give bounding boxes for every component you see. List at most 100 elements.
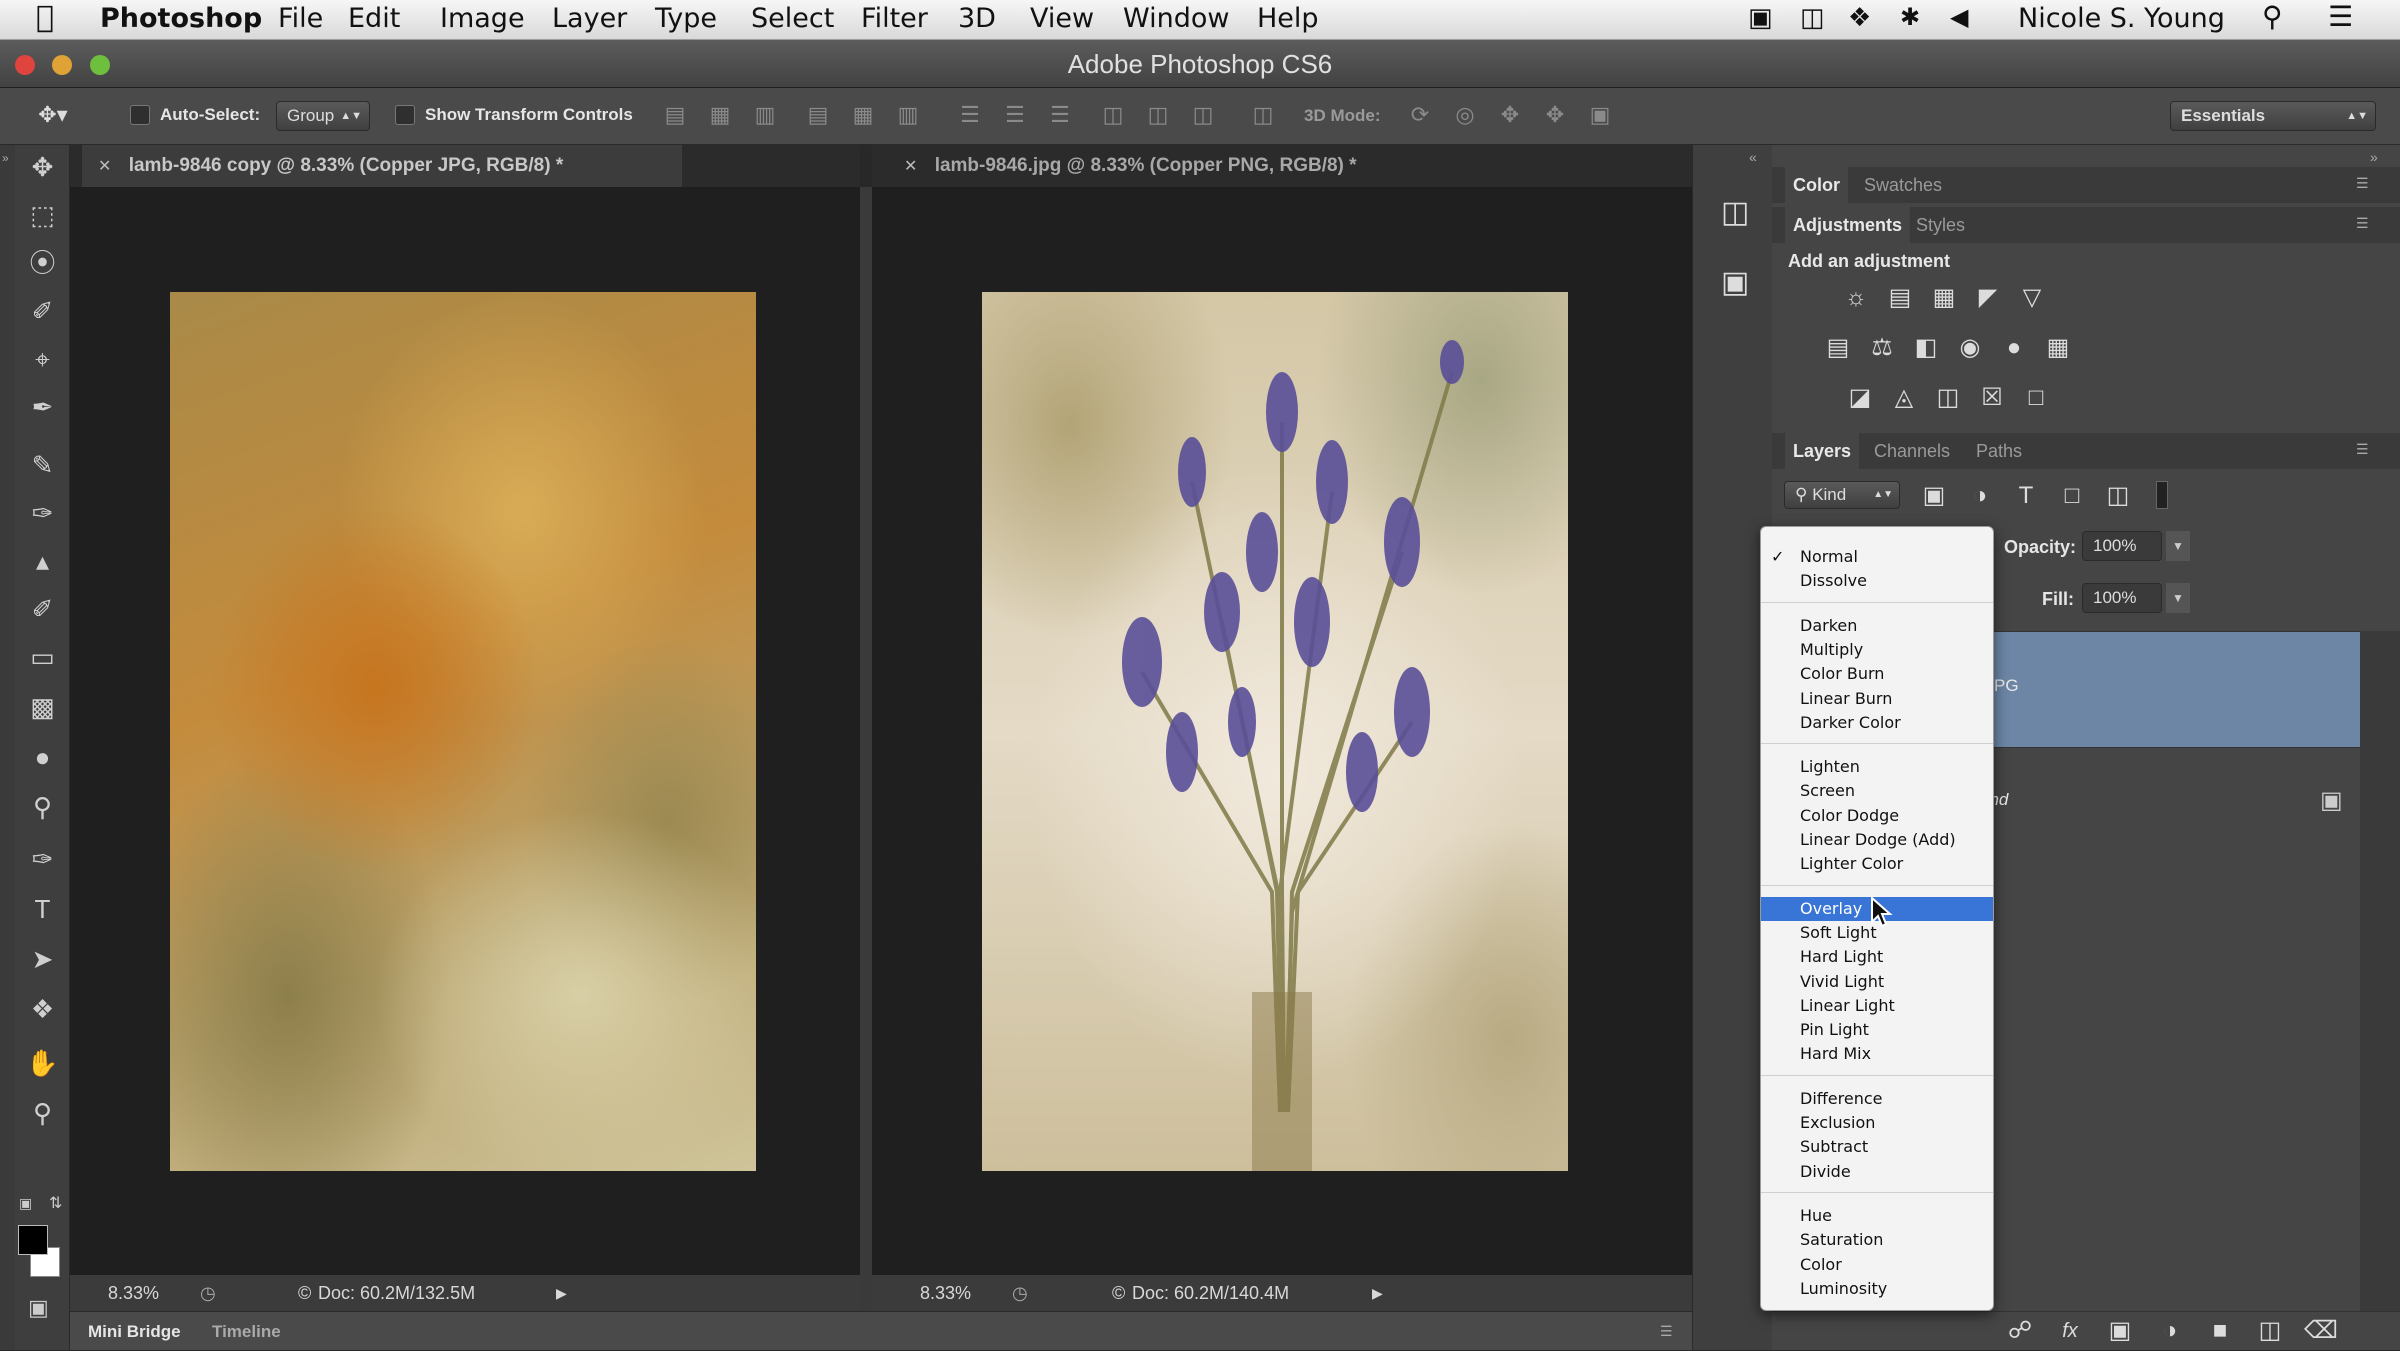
doc1-info-icon[interactable]: ◷ [200,1275,216,1311]
blend-mode-divide[interactable]: Divide [1761,1160,1993,1184]
blend-mode-multiply[interactable]: Multiply [1761,638,1993,662]
new-adjustment-layer-icon[interactable]: ◑ [2154,1316,2186,1346]
quick-select-tool-icon[interactable]: ✐ [15,289,70,333]
menu-filter[interactable]: Filter [861,3,928,34]
gradient-tool-icon[interactable]: ▩ [15,685,70,729]
minimize-window-button[interactable] [52,55,72,75]
tab-color[interactable]: Color [1785,167,1848,203]
align-vcenter-icon[interactable]: ▦ [705,100,735,130]
tab-paths[interactable]: Paths [1968,433,2030,469]
lasso-tool-icon[interactable]: ⦿ [15,241,70,285]
eraser-tool-icon[interactable]: ▭ [15,635,70,679]
align-left-icon[interactable]: ▤ [803,100,833,130]
marquee-tool-icon[interactable]: ⬚ [15,193,70,237]
blend-mode-hard-light[interactable]: Hard Light [1761,945,1993,969]
user-name[interactable]: Nicole S. Young [2018,3,2225,34]
expand-toolbar-icon[interactable]: » [2,151,9,165]
blend-mode-darker-color[interactable]: Darker Color [1761,711,1993,735]
mini-bridge-tab[interactable]: Mini Bridge [88,1312,181,1351]
menu-layer[interactable]: Layer [552,3,627,34]
exposure-icon[interactable]: ◤ [1972,283,2004,313]
blend-mode-difference[interactable]: Difference [1761,1087,1993,1111]
history-panel-icon[interactable]: ◫ [1721,195,1749,230]
blend-mode-exclusion[interactable]: Exclusion [1761,1111,1993,1135]
layer-kind-filter[interactable]: ⚲ Kind ▲▼ [1784,481,1900,509]
link-layers-icon[interactable]: ☍ [2004,1316,2036,1346]
tab-adjustments[interactable]: Adjustments [1785,207,1911,243]
screen-record-icon[interactable]: ▣ [1748,3,1773,33]
layer-style-fx-icon[interactable]: fx [2054,1316,2086,1346]
align-hcenter-icon[interactable]: ▦ [848,100,878,130]
menu-image[interactable]: Image [440,3,525,34]
align-right-icon[interactable]: ▥ [893,100,923,130]
volume-icon[interactable]: ◀ [1950,3,1968,31]
notification-list-icon[interactable]: ☰ [2328,0,2353,33]
blend-mode-color-burn[interactable]: Color Burn [1761,662,1993,686]
threshold-icon[interactable]: ◫ [1932,383,1964,413]
color-balance-icon[interactable]: ⚖ [1866,333,1898,363]
levels-icon[interactable]: ▤ [1884,283,1916,313]
blend-mode-darken[interactable]: Darken [1761,614,1993,638]
photo-filter-icon[interactable]: ◉ [1954,333,1986,363]
zoom-tool-icon[interactable]: ⚲ [15,1091,70,1135]
distribute-left-icon[interactable]: ◫ [1098,100,1128,130]
dropbox-icon[interactable]: ❖ [1848,3,1871,33]
blend-mode-luminosity[interactable]: Luminosity [1761,1277,1993,1301]
healing-brush-tool-icon[interactable]: ✎ [15,443,70,487]
auto-align-icon[interactable]: ◫ [1248,100,1278,130]
blend-mode-color-dodge[interactable]: Color Dodge [1761,804,1993,828]
workspace-dropdown[interactable]: Essentials ▲▼ [2170,101,2376,131]
auto-select-dropdown[interactable]: Group ▲▼ [276,101,370,131]
filter-toggle-switch[interactable] [2156,481,2168,509]
timeline-tab[interactable]: Timeline [212,1312,281,1351]
menu-select[interactable]: Select [751,3,834,34]
distribute-right-icon[interactable]: ◫ [1188,100,1218,130]
quick-mask-icon[interactable]: ▣ [28,1295,49,1321]
3d-scale-icon[interactable]: ▣ [1585,100,1615,130]
blend-mode-lighten[interactable]: Lighten [1761,755,1993,779]
blur-tool-icon[interactable]: ● [15,735,70,779]
doc1-tab[interactable]: ✕ lamb-9846 copy @ 8.33% (Copper JPG, RG… [82,145,682,187]
blend-mode-hue[interactable]: Hue [1761,1204,1993,1228]
layers-panel-menu-icon[interactable]: ☰ [2356,441,2369,458]
smart-object-filter-icon[interactable]: ◫ [2102,481,2134,511]
menu-help[interactable]: Help [1257,3,1319,34]
vibrance-icon[interactable]: ▽ [2016,283,2048,313]
doc2-zoom[interactable]: 8.33% [920,1275,971,1311]
dodge-tool-icon[interactable]: ⚲ [15,785,70,829]
panel-menu-icon[interactable]: ☰ [1660,1312,1673,1351]
distribute-top-icon[interactable]: ☰ [955,100,985,130]
blend-mode-subtract[interactable]: Subtract [1761,1135,1993,1159]
channel-mixer-icon[interactable]: ● [1998,333,2030,363]
tab-channels[interactable]: Channels [1866,433,1958,469]
blend-mode-linear-light[interactable]: Linear Light [1761,994,1993,1018]
menu-window[interactable]: Window [1123,3,1229,34]
type-layer-filter-icon[interactable]: T [2010,481,2042,511]
align-bottom-icon[interactable]: ▥ [750,100,780,130]
blend-mode-screen[interactable]: Screen [1761,779,1993,803]
menu-file[interactable]: File [278,3,323,34]
color-panel-menu-icon[interactable]: ☰ [2356,175,2369,192]
history-brush-tool-icon[interactable]: ✐ [15,587,70,631]
blend-mode-color[interactable]: Color [1761,1253,1993,1277]
distribute-bottom-icon[interactable]: ☰ [1045,100,1075,130]
auto-select-checkbox[interactable] [130,105,150,125]
menu-type[interactable]: Type [655,3,717,34]
blend-mode-pin-light[interactable]: Pin Light [1761,1018,1993,1042]
zoom-window-button[interactable] [90,55,110,75]
tab-layers[interactable]: Layers [1785,433,1860,469]
menu-edit[interactable]: Edit [348,3,400,34]
posterize-icon[interactable]: ◬ [1888,383,1920,413]
new-group-icon[interactable]: ■ [2204,1316,2236,1346]
black-white-icon[interactable]: ◧ [1910,333,1942,363]
curves-icon[interactable]: ▦ [1928,283,1960,313]
new-layer-icon[interactable]: ◫ [2254,1316,2286,1346]
shape-layer-filter-icon[interactable]: □ [2056,481,2088,511]
layers-panel-scrollbar[interactable] [2360,631,2400,1331]
crop-tool-icon[interactable]: ⌖ [15,337,70,381]
invert-icon[interactable]: ◪ [1844,383,1876,413]
tab-swatches[interactable]: Swatches [1856,167,1950,203]
3d-roll-icon[interactable]: ◎ [1450,100,1480,130]
menu-3d[interactable]: 3D [958,3,996,34]
adjustments-panel-menu-icon[interactable]: ☰ [2356,215,2369,232]
